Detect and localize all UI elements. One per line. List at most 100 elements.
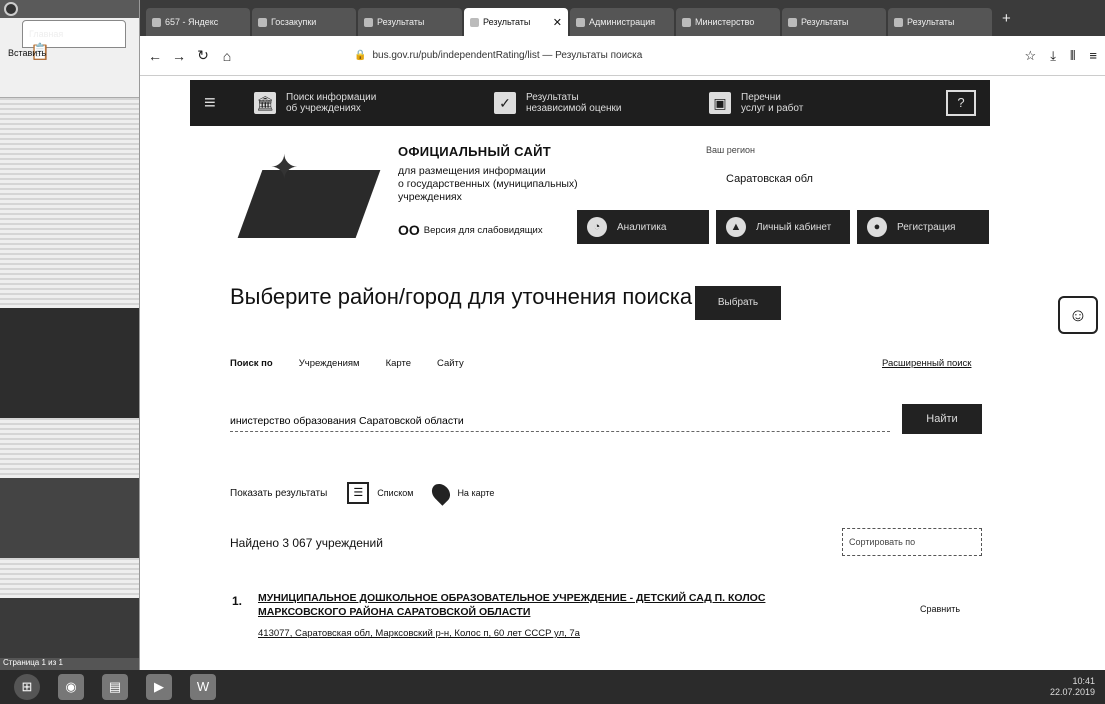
button-label: Аналитика [617, 221, 667, 233]
nav-label: Перечни услуг и работ [741, 91, 804, 115]
media-player-icon[interactable]: ▶ [146, 674, 172, 700]
browser-window: 657 - Яндекс Госзакупки Результаты Резул… [140, 0, 1105, 670]
glasses-icon: OO [398, 222, 420, 238]
option-label: На карте [457, 488, 495, 498]
office-document-area[interactable] [0, 98, 139, 670]
browser-toolbar-icons: ☆ ⤓ ⫴ ≡ [1025, 48, 1097, 64]
lock-icon: ▲ [726, 217, 746, 237]
find-button[interactable]: Найти [902, 404, 982, 434]
registration-button[interactable]: ● Регистрация [857, 210, 989, 244]
home-icon[interactable]: ⌂ [220, 48, 234, 64]
site-subtitle: для размещения информации о государствен… [398, 165, 578, 204]
briefcase-icon: ▣ [709, 92, 731, 114]
site-navbar: ≡ 🏛 Поиск информации об учреждениях ✓ Ре… [190, 80, 990, 126]
system-clock: 10:41 22.07.2019 [1049, 676, 1095, 697]
word-taskbar-icon[interactable]: W [190, 674, 216, 700]
show-results-options: Показать результаты ☰ Списком На карте [230, 480, 495, 506]
browser-tab[interactable]: Госзакупки [252, 8, 356, 36]
library-icon[interactable]: ⫴ [1070, 48, 1075, 64]
favicon-icon [576, 17, 585, 27]
paste-button[interactable]: Вставить [8, 48, 46, 58]
chat-widget-icon[interactable]: ☺ [1058, 296, 1098, 334]
tab-site[interactable]: Сайту [437, 358, 464, 369]
nav-search-institutions[interactable]: 🏛 Поиск информации об учреждениях [254, 92, 494, 115]
bookmark-star-icon[interactable]: ☆ [1025, 48, 1037, 64]
tab-label: 657 - Яндекс [165, 17, 219, 27]
blind-version-label: Версия для слабовидящих [423, 224, 543, 236]
browser-tab-active[interactable]: Результаты ✕ [464, 8, 568, 36]
result-number: 1. [232, 594, 243, 608]
browser-tab[interactable]: Результаты [782, 8, 886, 36]
file-explorer-icon[interactable]: ▤ [102, 674, 128, 700]
browser-taskbar-icon[interactable]: ◉ [58, 674, 84, 700]
button-label: Личный кабинет [756, 221, 832, 233]
reload-icon[interactable]: ↻ [196, 47, 210, 64]
taskbar: ⊞ ◉ ▤ ▶ W 10:41 22.07.2019 [0, 670, 1105, 704]
flag-plate [237, 170, 381, 238]
sort-dropdown[interactable]: Сортировать по [842, 528, 982, 556]
new-tab-button[interactable]: + [994, 10, 1019, 27]
document-image [0, 308, 139, 418]
tab-label: Результаты [801, 17, 849, 27]
url-text: bus.gov.ru/pub/independentRating/list — … [372, 50, 643, 61]
result-address-link[interactable]: 413077, Саратовская обл, Марксовский р-н… [258, 628, 580, 639]
favicon-icon [682, 17, 691, 27]
site-logo[interactable]: ✦ [237, 148, 381, 238]
office-titlebar [0, 0, 139, 18]
nav-assessment-results[interactable]: ✓ Результаты независимой оценки [494, 92, 709, 115]
nav-services-list[interactable]: ▣ Перечни услуг и работ [709, 92, 884, 115]
button-label: Регистрация [897, 221, 956, 233]
tab-label: Результаты [377, 17, 425, 27]
tab-label: Результаты [483, 17, 531, 27]
lock-icon: 🔒 [354, 50, 367, 61]
feedback-icon[interactable]: ? [946, 90, 976, 116]
download-icon[interactable]: ⤓ [1050, 48, 1056, 64]
browser-tabbar: 657 - Яндекс Госзакупки Результаты Резул… [140, 0, 1105, 36]
close-tab-icon[interactable]: ✕ [553, 16, 562, 29]
analytics-button[interactable]: ◔ Аналитика [577, 210, 709, 244]
map-pin-icon [428, 480, 455, 506]
advanced-search-link[interactable]: Расширенный поиск [882, 358, 971, 369]
browser-tab[interactable]: Министерство [676, 8, 780, 36]
select-region-button[interactable]: Выбрать [695, 286, 781, 320]
tab-label: Администрация [589, 17, 656, 27]
user-icon: ● [867, 217, 887, 237]
search-mode-tabs: Поиск по Учреждениям Карте Сайту [230, 358, 464, 369]
favicon-icon [258, 17, 267, 27]
nav-label: Поиск информации об учреждениях [286, 91, 377, 115]
back-icon[interactable]: ← [148, 48, 162, 64]
compare-link[interactable]: Сравнить [920, 604, 960, 614]
blind-version-link[interactable]: OO Версия для слабовидящих [398, 222, 543, 238]
hamburger-menu-icon[interactable]: ≡ [204, 92, 254, 115]
office-app-window: Главная 📋 Вставить Страница 1 из 1 [0, 0, 140, 670]
nav-label: Результаты независимой оценки [526, 91, 622, 115]
tab-institutions[interactable]: Учреждениям [299, 358, 360, 369]
result-title-link[interactable]: МУНИЦИПАЛЬНОЕ ДОШКОЛЬНОЕ ОБРАЗОВАТЕЛЬНОЕ… [258, 592, 838, 619]
tab-label: Результаты [907, 17, 955, 27]
view-as-list-option[interactable]: ☰ Списком [347, 482, 413, 504]
tab-label: Госзакупки [271, 17, 317, 27]
view-on-map-option[interactable]: На карте [428, 480, 495, 506]
browser-tab[interactable]: Администрация [570, 8, 674, 36]
search-by-label: Поиск по [230, 358, 273, 369]
show-results-label: Показать результаты [230, 487, 328, 499]
url-field[interactable]: 🔒 bus.gov.ru/pub/independentRating/list … [244, 45, 1015, 67]
region-label: Ваш регион [706, 145, 756, 155]
region-selector[interactable]: Саратовская обл [726, 173, 813, 185]
menu-icon[interactable]: ≡ [1089, 48, 1097, 64]
tab-map[interactable]: Карте [386, 358, 411, 369]
checkmark-icon: ✓ [494, 92, 516, 114]
browser-tab[interactable]: 657 - Яндекс [146, 8, 250, 36]
favicon-icon [470, 17, 479, 27]
office-logo-icon[interactable] [4, 2, 18, 16]
option-label: Списком [377, 488, 414, 498]
site-title: ОФИЦИАЛЬНЫЙ САЙТ [398, 144, 552, 159]
favicon-icon [894, 17, 903, 27]
chart-icon: ◔ [587, 217, 607, 237]
search-input[interactable] [230, 410, 890, 432]
forward-icon[interactable]: → [172, 48, 186, 64]
browser-tab[interactable]: Результаты [888, 8, 992, 36]
browser-tab[interactable]: Результаты [358, 8, 462, 36]
personal-account-button[interactable]: ▲ Личный кабинет [716, 210, 850, 244]
start-button-icon[interactable]: ⊞ [14, 674, 40, 700]
